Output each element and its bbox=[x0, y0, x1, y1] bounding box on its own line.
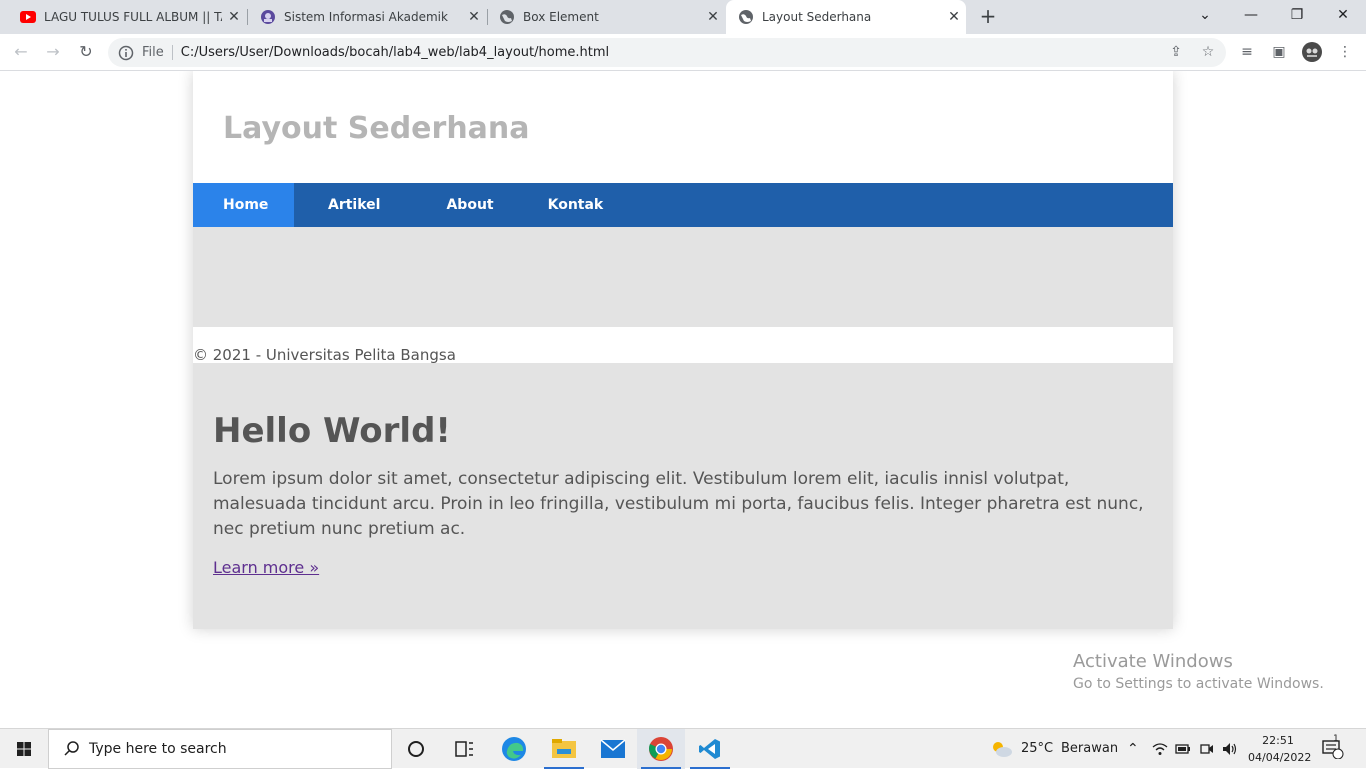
hero-body: Lorem ipsum dolor sit amet, consectetur … bbox=[213, 469, 1144, 539]
notification-count: 1 bbox=[1333, 734, 1339, 744]
main-nav: Home Artikel About Kontak bbox=[193, 183, 1173, 227]
hero-section: Hello World! Lorem ipsum dolor sit amet,… bbox=[193, 363, 1173, 629]
site-footer: © 2021 - Universitas Pelita Bangsa bbox=[193, 327, 1173, 364]
footer-copyright: © 2021 - Universitas Pelita Bangsa bbox=[193, 346, 456, 364]
file-explorer-icon[interactable] bbox=[540, 729, 588, 769]
nav-artikel[interactable]: Artikel bbox=[294, 183, 414, 227]
share-icon[interactable]: ⇪ bbox=[1166, 42, 1186, 62]
site-header: Layout Sederhana bbox=[193, 71, 1173, 183]
url-text[interactable]: C:/Users/User/Downloads/bocah/lab4_web/l… bbox=[181, 45, 609, 60]
menu-kebab-icon[interactable]: ⋮ bbox=[1335, 42, 1355, 62]
site-title: Layout Sederhana bbox=[223, 110, 530, 146]
nav-kontak[interactable]: Kontak bbox=[526, 183, 634, 227]
tab-layout-sederhana[interactable]: Layout Sederhana ✕ bbox=[726, 0, 966, 34]
address-bar[interactable]: File C:/Users/User/Downloads/bocah/lab4_… bbox=[108, 38, 1226, 67]
restore-button[interactable]: ❐ bbox=[1274, 0, 1320, 30]
content-area bbox=[193, 227, 1173, 327]
page-viewport: Layout Sederhana Home Artikel About Kont… bbox=[0, 71, 1366, 728]
globe-icon bbox=[739, 10, 753, 24]
vscode-icon[interactable] bbox=[686, 729, 734, 769]
nav-about[interactable]: About bbox=[414, 183, 525, 227]
nav-home[interactable]: Home bbox=[193, 183, 294, 227]
search-placeholder: Type here to search bbox=[89, 741, 227, 757]
url-scheme: File bbox=[142, 45, 173, 60]
search-icon bbox=[64, 741, 79, 756]
clock-date: 04/04/2022 bbox=[1248, 751, 1312, 764]
tab-title: Sistem Informasi Akademik bbox=[284, 10, 448, 24]
cortana-icon[interactable] bbox=[392, 729, 440, 769]
windows-taskbar: Type here to search 25°C Berawan ⌃ 22:51… bbox=[0, 728, 1366, 769]
battery-icon[interactable] bbox=[1175, 729, 1191, 769]
close-tab-icon[interactable]: ✕ bbox=[942, 9, 966, 25]
start-button[interactable] bbox=[0, 729, 48, 769]
reading-list-icon[interactable]: ≡ bbox=[1237, 42, 1257, 62]
tab-search-chevron-icon[interactable]: ⌄ bbox=[1182, 0, 1228, 30]
chevron-up-icon[interactable]: ⌃ bbox=[1127, 729, 1139, 769]
learn-more-link[interactable]: Learn more » bbox=[213, 558, 319, 577]
profile-avatar[interactable] bbox=[1302, 42, 1322, 62]
info-icon[interactable] bbox=[118, 45, 134, 61]
chrome-icon[interactable] bbox=[637, 729, 685, 769]
notification-center-icon[interactable]: 1 bbox=[1322, 729, 1344, 769]
globe-icon bbox=[500, 10, 514, 24]
watermark-title: Activate Windows bbox=[1073, 651, 1233, 672]
network-icon[interactable] bbox=[1152, 729, 1168, 769]
youtube-icon bbox=[20, 11, 36, 23]
edge-browser-icon[interactable] bbox=[490, 729, 538, 769]
meet-now-icon[interactable] bbox=[1200, 729, 1214, 769]
tab-box-element[interactable]: Box Element ✕ bbox=[479, 0, 725, 34]
browser-tab-strip: LAGU TULUS FULL ALBUM || TAN ✕ Sistem In… bbox=[0, 0, 1366, 34]
activate-windows-watermark: Activate Windows Go to Settings to activ… bbox=[1073, 651, 1324, 695]
tab-siakad[interactable]: Sistem Informasi Akademik ✕ bbox=[240, 0, 486, 34]
reload-icon[interactable]: ↻ bbox=[73, 40, 99, 66]
taskbar-search-box[interactable]: Type here to search bbox=[48, 729, 392, 769]
bookmark-star-icon[interactable]: ☆ bbox=[1198, 42, 1218, 62]
weather-temp[interactable]: 25°C bbox=[1021, 729, 1053, 769]
tab-title: Layout Sederhana bbox=[762, 10, 872, 24]
weather-icon[interactable] bbox=[990, 729, 1014, 769]
new-tab-button[interactable]: + bbox=[976, 5, 1000, 29]
back-arrow-icon[interactable]: ← bbox=[8, 40, 34, 66]
windows-logo-icon bbox=[17, 742, 31, 756]
hero-heading: Hello World! bbox=[213, 411, 451, 451]
close-window-button[interactable]: ✕ bbox=[1320, 0, 1366, 30]
campus-logo-icon bbox=[261, 10, 275, 24]
browser-toolbar: ← → ↻ File C:/Users/User/Downloads/bocah… bbox=[0, 34, 1366, 71]
task-view-icon[interactable] bbox=[440, 729, 488, 769]
mail-icon[interactable] bbox=[589, 729, 637, 769]
weather-desc[interactable]: Berawan bbox=[1061, 729, 1118, 769]
forward-arrow-icon[interactable]: → bbox=[40, 40, 66, 66]
watermark-subtitle: Go to Settings to activate Windows. bbox=[1073, 676, 1324, 692]
tab-title: LAGU TULUS FULL ALBUM || TAN bbox=[44, 10, 222, 24]
side-panel-icon[interactable]: ▣ bbox=[1269, 42, 1289, 62]
minimize-button[interactable]: — bbox=[1228, 0, 1274, 30]
taskbar-clock[interactable]: 22:51 04/04/2022 bbox=[1248, 732, 1312, 766]
volume-icon[interactable] bbox=[1222, 729, 1238, 769]
close-tab-icon[interactable]: ✕ bbox=[701, 9, 725, 25]
clock-time: 22:51 bbox=[1262, 734, 1294, 747]
tab-youtube[interactable]: LAGU TULUS FULL ALBUM || TAN ✕ bbox=[0, 0, 246, 34]
page-container: Layout Sederhana Home Artikel About Kont… bbox=[193, 71, 1173, 629]
tab-title: Box Element bbox=[523, 10, 599, 24]
